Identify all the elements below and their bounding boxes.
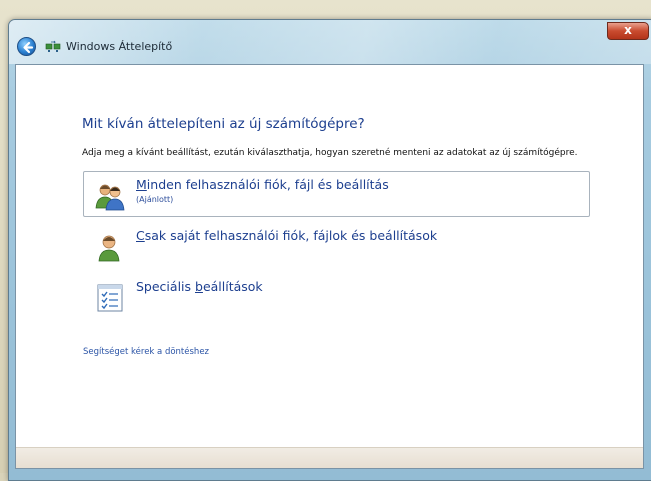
wizard-footer: [16, 447, 643, 468]
option-advanced-title: Speciális beállítások: [136, 279, 263, 294]
option-own-user[interactable]: Csak saját felhasználói fiók, fájlok és …: [83, 222, 590, 268]
page-heading: Mit kíván áttelepíteni az új számítógépr…: [82, 116, 365, 132]
window-title: Windows Áttelepítő: [66, 40, 173, 53]
option-all-users-title: Minden felhasználói fiók, fájl és beállí…: [136, 177, 389, 192]
back-button[interactable]: [17, 37, 36, 56]
help-decision-link[interactable]: Segítséget kérek a döntéshez: [83, 347, 209, 357]
back-arrow-icon: [23, 41, 34, 54]
option-advanced[interactable]: Speciális beállítások: [83, 273, 590, 319]
title-bar: Windows Áttelepítő x: [9, 20, 651, 64]
checklist-icon: [97, 284, 123, 312]
migration-wizard-window: Windows Áttelepítő x Mit kíván áttelepít…: [8, 19, 651, 481]
close-button[interactable]: x: [607, 22, 649, 40]
option-all-users-subtitle: (Ajánlott): [136, 195, 174, 204]
option-own-user-title: Csak saját felhasználói fiók, fájlok és …: [136, 228, 438, 243]
single-user-icon: [98, 235, 120, 262]
wizard-content: Mit kíván áttelepíteni az új számítógépr…: [15, 64, 644, 469]
users-group-icon: [95, 184, 125, 211]
option-all-users[interactable]: Minden felhasználói fiók, fájl és beállí…: [83, 171, 590, 217]
page-instruction: Adja meg a kívánt beállítást, ezután kiv…: [82, 148, 578, 158]
migration-app-icon: [45, 40, 61, 52]
close-icon: x: [624, 23, 632, 37]
